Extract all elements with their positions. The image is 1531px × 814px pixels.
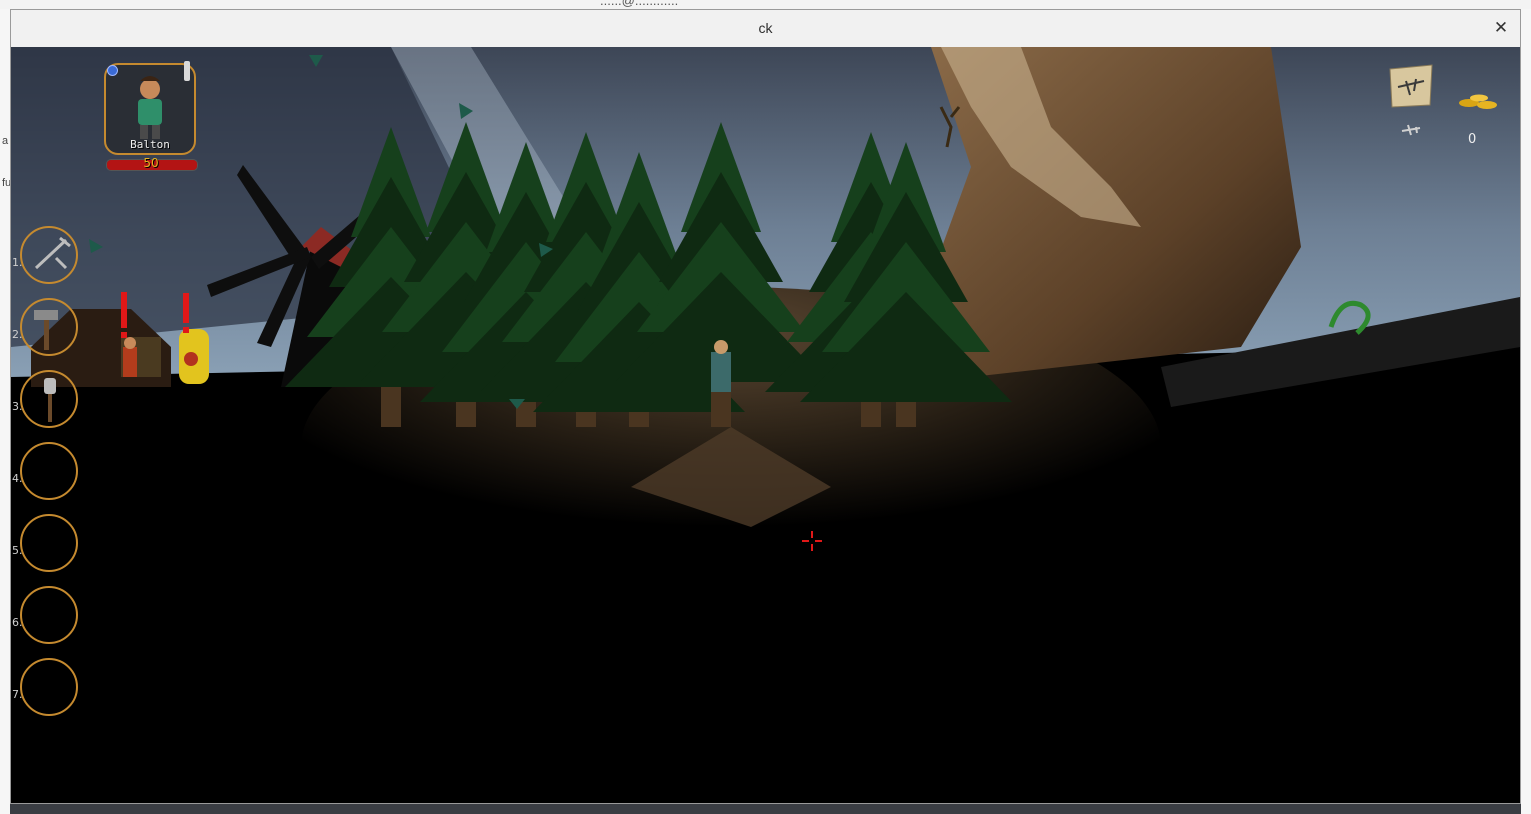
- shovel-icon: [44, 378, 56, 422]
- pickaxe-shovel-icon: [34, 236, 71, 270]
- game-viewport[interactable]: Balton 50 1. 2. 3. 4. 5. 6. 7. 0: [11, 47, 1520, 803]
- crosshair-icon: [802, 531, 822, 551]
- window-title: ck: [758, 20, 773, 36]
- exclamation-mark-2: [183, 293, 189, 323]
- villager-red: [123, 337, 137, 377]
- hotbar-slot-number: 5.: [12, 544, 23, 557]
- hotbar-slot-number: 3.: [12, 400, 23, 413]
- player-head: [714, 340, 728, 354]
- exclamation-mark-1: [121, 292, 127, 328]
- map-icon[interactable]: [1386, 61, 1436, 111]
- desktop-background-text: ......@............: [600, 0, 679, 8]
- exclamation-dot-1: [121, 332, 127, 338]
- desktop-right-strip: [1521, 9, 1531, 814]
- hotbar-slot-number: 1.: [12, 256, 23, 269]
- desktop-left-strip: a fu: [0, 9, 11, 814]
- hotbar-slot-number: 7.: [12, 688, 23, 701]
- hotbar-slot-number: 4.: [12, 472, 23, 485]
- hotbar-slot-6[interactable]: [20, 586, 78, 644]
- character-portrait[interactable]: Balton: [104, 63, 196, 155]
- character-name: Balton: [130, 138, 170, 151]
- window-titlebar[interactable]: ck ✕: [11, 10, 1520, 48]
- hotbar-slot-number: 2.: [12, 328, 23, 341]
- health-value: 50: [143, 156, 159, 170]
- desktop-left-mark-1: a: [2, 135, 9, 147]
- hotbar-slot-4[interactable]: [20, 442, 78, 500]
- lever-icon: [184, 61, 190, 81]
- hotbar-slot-5[interactable]: [20, 514, 78, 572]
- hammer-icon: [34, 310, 58, 350]
- villager-yellow: [179, 329, 209, 384]
- hotbar-slot-1[interactable]: [20, 226, 78, 284]
- game-scene: [11, 47, 1520, 803]
- hotbar-slot-3[interactable]: [20, 370, 78, 428]
- gold-coins-icon: [1459, 94, 1497, 109]
- gold-count: 0: [1468, 132, 1477, 147]
- close-button[interactable]: ✕: [1490, 17, 1512, 39]
- airplane-icon: [1401, 124, 1421, 136]
- hotbar-slot-2[interactable]: [20, 298, 78, 356]
- exclamation-dot-2: [183, 327, 189, 333]
- player-character: [711, 352, 731, 392]
- hotbar-slot-number: 6.: [12, 616, 23, 629]
- game-window: ck ✕ Balton 50 1. 2. 3. 4. 5. 6. 7. 0: [10, 9, 1521, 804]
- status-gem-icon: [107, 65, 118, 76]
- hotbar-slot-7[interactable]: [20, 658, 78, 716]
